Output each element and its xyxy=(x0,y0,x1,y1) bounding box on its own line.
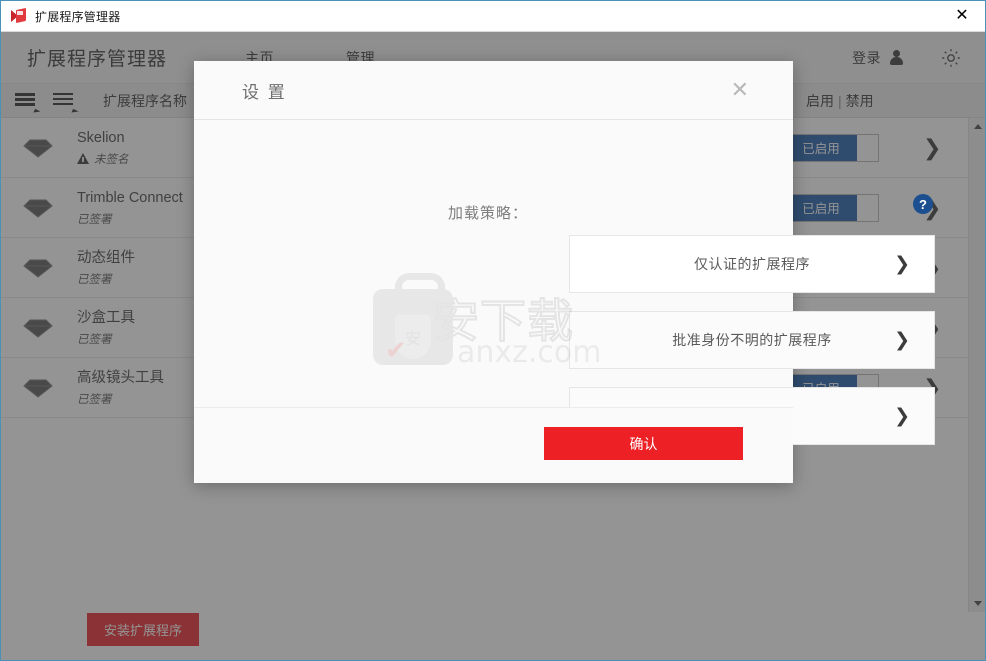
dialog-footer: 确认 xyxy=(194,407,793,483)
gem-icon xyxy=(23,257,53,279)
gem-icon xyxy=(23,137,53,159)
extension-status-label: 已签署 xyxy=(77,393,112,406)
extension-status: 已签署 xyxy=(77,391,164,407)
person-icon xyxy=(889,50,903,65)
extension-status-label: 已签署 xyxy=(77,273,112,286)
enable-toggle-label: 已启用 xyxy=(785,194,857,221)
install-extension-button[interactable]: 安装扩展程序 xyxy=(87,613,199,646)
help-icon[interactable]: ? xyxy=(913,194,933,214)
column-header-enable: 启用 xyxy=(806,92,834,109)
extension-status: 已签署 xyxy=(77,271,135,287)
window-close-button[interactable]: ✕ xyxy=(939,1,985,31)
column-header-name: 扩展程序名称 xyxy=(103,92,187,109)
extension-status-label: 已签署 xyxy=(77,333,112,346)
load-policy-label: 加载策略： xyxy=(448,205,529,222)
login-button[interactable]: 登录 xyxy=(852,48,903,68)
scroll-down-arrow-icon[interactable] xyxy=(969,595,985,612)
extension-name: 高级镜头工具 xyxy=(77,369,164,386)
chevron-right-icon: ❯ xyxy=(894,329,910,351)
policy-option-label: 仅认证的扩展程序 xyxy=(694,256,810,272)
window-title: 扩展程序管理器 xyxy=(35,9,121,24)
dialog-close-button[interactable]: ✕ xyxy=(731,79,749,101)
policy-option-label: 批准身份不明的扩展程序 xyxy=(672,332,832,348)
column-header-disable: 禁用 xyxy=(845,92,874,109)
extension-name: 动态组件 xyxy=(77,249,135,266)
row-chevron-icon[interactable]: ❯ xyxy=(923,135,941,161)
list-view-icon[interactable] xyxy=(15,92,41,115)
login-label: 登录 xyxy=(852,49,881,66)
column-header-toggle: 启用 | 禁用 xyxy=(806,91,874,111)
extension-status-label: 已签署 xyxy=(77,213,112,226)
enable-toggle[interactable]: 已启用 xyxy=(784,133,879,162)
extension-name: Skelion xyxy=(77,129,125,146)
dialog-title: 设 置 xyxy=(242,82,287,102)
gem-icon xyxy=(23,197,53,219)
extension-status-label: 未签名 xyxy=(94,153,129,166)
list-view-compact-icon[interactable] xyxy=(53,92,79,115)
gear-icon[interactable] xyxy=(939,46,963,70)
dialog-header: 设 置 ✕ xyxy=(194,61,793,120)
extension-status: 已签署 xyxy=(77,331,135,347)
policy-option-certified[interactable]: 仅认证的扩展程序 ❯ xyxy=(569,235,935,293)
policy-option-approve-unknown[interactable]: 批准身份不明的扩展程序 ❯ xyxy=(569,311,935,369)
warning-icon xyxy=(77,153,89,164)
vertical-scrollbar[interactable] xyxy=(968,118,985,612)
row-text: Trimble Connect 已签署 xyxy=(77,189,183,227)
scroll-up-arrow-icon[interactable] xyxy=(969,118,985,135)
gem-icon xyxy=(23,377,53,399)
gem-icon xyxy=(23,317,53,339)
extension-status: 未签名 xyxy=(77,151,129,167)
extension-name: 沙盒工具 xyxy=(77,309,135,326)
sketchup-icon xyxy=(11,7,27,24)
settings-dialog: 设 置 ✕ 加载策略： ? 仅认证的扩展程序 ❯ 批准身份不明的扩展程序 ❯ 无… xyxy=(194,61,935,483)
header-actions: 登录 xyxy=(852,46,963,70)
enable-toggle[interactable]: 已启用 xyxy=(784,193,879,222)
column-header-separator: | xyxy=(838,92,842,109)
row-text: Skelion 未签名 xyxy=(77,129,129,167)
enable-toggle-label: 已启用 xyxy=(785,134,857,161)
row-text: 动态组件 已签署 xyxy=(77,249,135,287)
window-titlebar: 扩展程序管理器 ✕ xyxy=(1,1,985,32)
row-text: 高级镜头工具 已签署 xyxy=(77,369,164,407)
extension-status: 已签署 xyxy=(77,211,183,227)
extension-name: Trimble Connect xyxy=(77,189,183,206)
chevron-right-icon: ❯ xyxy=(894,253,910,275)
application-window: 扩展程序管理器 ✕ 扩展程序管理器 主页 管理 登录 扩展程序名称 启用 | 禁… xyxy=(0,0,986,661)
chevron-right-icon: ❯ xyxy=(894,405,910,427)
row-text: 沙盒工具 已签署 xyxy=(77,309,135,347)
app-brand-title: 扩展程序管理器 xyxy=(27,49,168,70)
dialog-body: 加载策略： ? 仅认证的扩展程序 ❯ 批准身份不明的扩展程序 ❯ 无限制 ❯ xyxy=(194,120,935,445)
confirm-button[interactable]: 确认 xyxy=(544,427,743,460)
